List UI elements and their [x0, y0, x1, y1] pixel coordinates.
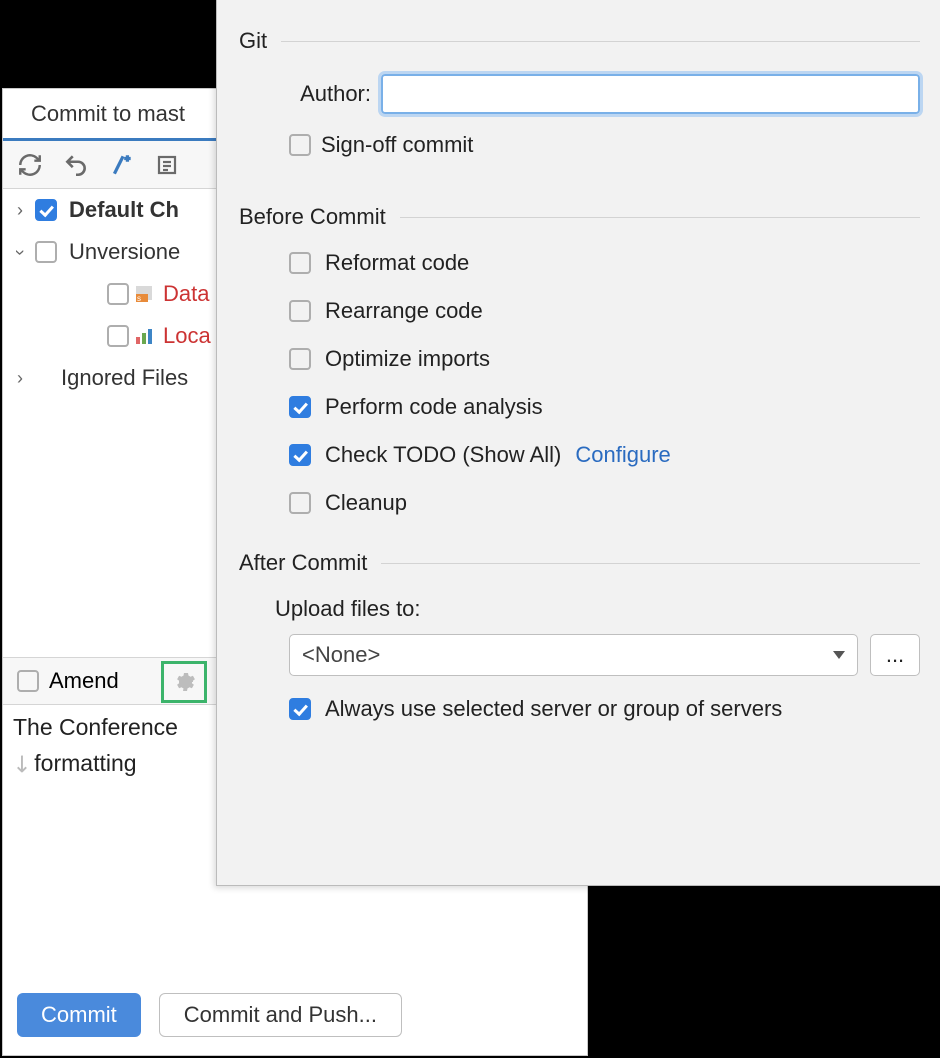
rearrange-label: Rearrange code	[325, 298, 483, 324]
rearrange-checkbox[interactable]	[289, 300, 311, 322]
commit-message-area[interactable]: The Conference ↘formatting	[13, 709, 178, 781]
default-changelist-checkbox[interactable]	[35, 199, 57, 221]
reformat-checkbox[interactable]	[289, 252, 311, 274]
changelist-icon[interactable]	[155, 153, 179, 177]
cleanup-label: Cleanup	[325, 490, 407, 516]
commit-message-line: The Conference	[13, 709, 178, 745]
cleanup-option[interactable]: Cleanup	[289, 490, 920, 516]
analysis-label: Perform code analysis	[325, 394, 543, 420]
always-use-checkbox[interactable]	[289, 698, 311, 720]
amend-label: Amend	[49, 668, 119, 694]
gear-icon	[172, 670, 196, 694]
author-row: Author:	[275, 74, 920, 114]
chart-file-icon	[133, 325, 155, 347]
commit-and-push-button[interactable]: Commit and Push...	[159, 993, 402, 1037]
after-commit-header: After Commit	[239, 550, 920, 576]
signoff-label: Sign-off commit	[321, 132, 473, 158]
always-use-label: Always use selected server or group of s…	[325, 696, 782, 722]
optimize-checkbox[interactable]	[289, 348, 311, 370]
ignored-label: Ignored Files	[61, 365, 188, 391]
file-data-checkbox[interactable]	[107, 283, 129, 305]
refresh-icon[interactable]	[17, 152, 43, 178]
commit-message-line: formatting	[34, 750, 136, 776]
todo-option[interactable]: Check TODO (Show All) Configure	[289, 442, 920, 468]
todo-checkbox[interactable]	[289, 444, 311, 466]
author-label: Author:	[275, 81, 371, 107]
commit-options-popover: Git Author: Sign-off commit Before Commi…	[216, 0, 940, 886]
ellipsis-label: ...	[886, 642, 904, 668]
git-section-header: Git	[239, 28, 920, 54]
commit-button[interactable]: Commit	[17, 993, 141, 1037]
unversioned-label: Unversione	[69, 239, 180, 265]
before-commit-options: Reformat code Rearrange code Optimize im…	[289, 250, 920, 516]
commit-and-push-label: Commit and Push...	[184, 1002, 377, 1028]
commit-options-gear[interactable]	[161, 661, 207, 703]
upload-browse-button[interactable]: ...	[870, 634, 920, 676]
chevron-right-icon[interactable]: ›	[9, 368, 31, 389]
diff-icon[interactable]	[109, 152, 135, 178]
after-commit-label: After Commit	[239, 550, 367, 576]
reformat-label: Reformat code	[325, 250, 469, 276]
upload-select[interactable]: <None>	[289, 634, 858, 676]
upload-select-row: <None> ...	[289, 634, 920, 676]
caret-down-icon	[833, 651, 845, 659]
optimize-label: Optimize imports	[325, 346, 490, 372]
before-commit-label: Before Commit	[239, 204, 386, 230]
chevron-down-icon[interactable]: ›	[10, 241, 31, 263]
file-data-label: Data	[163, 281, 209, 307]
unversioned-checkbox[interactable]	[35, 241, 57, 263]
file-loca-label: Loca	[163, 323, 211, 349]
commit-button-label: Commit	[41, 1002, 117, 1028]
default-changelist-label: Default Ch	[69, 197, 179, 223]
undo-icon[interactable]	[63, 152, 89, 178]
signoff-checkbox[interactable]	[289, 134, 311, 156]
svg-text:s: s	[137, 294, 141, 303]
git-section-label: Git	[239, 28, 267, 54]
upload-label: Upload files to:	[275, 596, 920, 622]
author-input[interactable]	[381, 74, 920, 114]
chevron-right-icon[interactable]: ›	[9, 200, 31, 221]
commit-tab-label: Commit to mast	[31, 101, 185, 127]
always-use-option[interactable]: Always use selected server or group of s…	[289, 696, 920, 722]
todo-label: Check TODO (Show All)	[325, 442, 561, 468]
sql-file-icon: s	[133, 283, 155, 305]
commit-buttons: Commit Commit and Push...	[17, 993, 402, 1037]
before-commit-header: Before Commit	[239, 204, 920, 230]
cleanup-checkbox[interactable]	[289, 492, 311, 514]
todo-configure-link[interactable]: Configure	[575, 442, 670, 468]
reformat-option[interactable]: Reformat code	[289, 250, 920, 276]
analysis-option[interactable]: Perform code analysis	[289, 394, 920, 420]
analysis-checkbox[interactable]	[289, 396, 311, 418]
amend-checkbox[interactable]	[17, 670, 39, 692]
upload-select-value: <None>	[302, 642, 380, 668]
file-loca-checkbox[interactable]	[107, 325, 129, 347]
optimize-option[interactable]: Optimize imports	[289, 346, 920, 372]
rearrange-option[interactable]: Rearrange code	[289, 298, 920, 324]
signoff-row[interactable]: Sign-off commit	[289, 132, 920, 158]
